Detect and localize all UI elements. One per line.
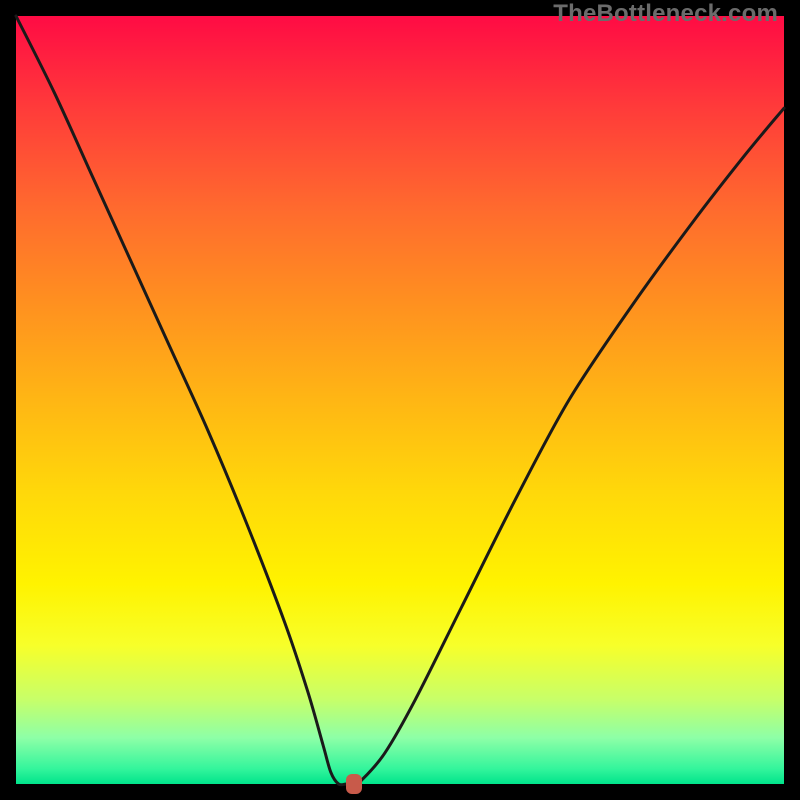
plot-area bbox=[16, 16, 784, 784]
watermark-text: TheBottleneck.com bbox=[553, 0, 778, 28]
chart-frame: TheBottleneck.com bbox=[0, 0, 800, 800]
bottleneck-curve bbox=[16, 16, 784, 784]
optimal-point-marker bbox=[346, 774, 362, 794]
